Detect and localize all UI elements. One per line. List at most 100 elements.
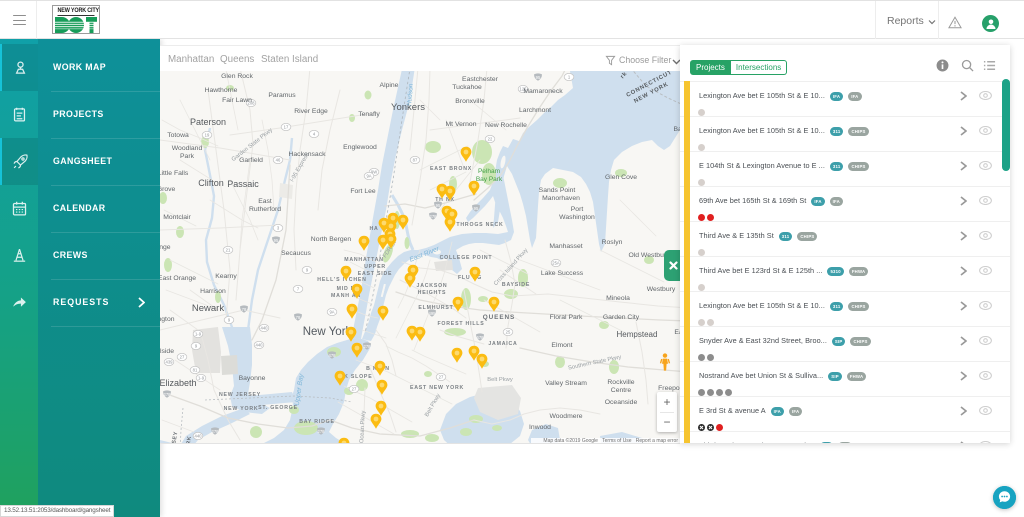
svg-text:Tenafly: Tenafly	[358, 111, 380, 118]
svg-text:439: 439	[166, 360, 174, 365]
svg-text:FOREST HILLS: FOREST HILLS	[437, 321, 484, 327]
svg-text:95: 95	[436, 203, 441, 208]
svg-text:87: 87	[413, 158, 418, 163]
svg-text:440: 440	[261, 326, 269, 331]
svg-text:Larchmont: Larchmont	[519, 107, 551, 114]
svg-text:EAST NEW YORK: EAST NEW YORK	[410, 385, 464, 391]
svg-text:19: 19	[205, 133, 210, 138]
svg-text:Kearny: Kearny	[215, 273, 237, 280]
svg-text:r Grove: r Grove	[160, 186, 176, 193]
svg-text:440: 440	[256, 343, 264, 348]
svg-text:Garfield: Garfield	[239, 157, 263, 164]
svg-text:Manhasset: Manhasset	[549, 243, 582, 250]
svg-text:TH NX: TH NX	[435, 197, 455, 203]
svg-text:Bronxville: Bronxville	[455, 98, 485, 105]
svg-text:Garden City: Garden City	[603, 314, 640, 321]
svg-text:278: 278	[212, 429, 220, 434]
svg-text:East: East	[258, 198, 272, 205]
svg-text:Manorhaven: Manorhaven	[542, 195, 580, 202]
svg-text:Rockville: Rockville	[607, 379, 634, 386]
svg-text:River Edge: River Edge	[294, 108, 328, 115]
svg-text:BAYSIDE: BAYSIDE	[502, 282, 530, 288]
svg-text:ST. GEORGE: ST. GEORGE	[258, 405, 298, 411]
svg-text:NEW JERSEY: NEW JERSEY	[219, 392, 261, 398]
svg-text:78: 78	[242, 307, 247, 312]
svg-text:THROGS NECK: THROGS NECK	[456, 222, 503, 228]
svg-text:ngton: ngton	[160, 316, 175, 323]
svg-text:Freeport: Freeport	[658, 385, 680, 392]
svg-text:25A: 25A	[552, 261, 560, 266]
svg-text:Tuckahoe: Tuckahoe	[452, 84, 482, 91]
svg-text:Oceanside: Oceanside	[605, 399, 638, 406]
svg-text:478: 478	[329, 353, 337, 358]
svg-text:278: 278	[364, 344, 372, 349]
svg-text:New Rochelle: New Rochelle	[485, 122, 527, 129]
svg-text:East Orange: East Orange	[160, 275, 196, 282]
svg-text:Park: Park	[180, 153, 195, 160]
svg-text:COLLEGE POINT: COLLEGE POINT	[440, 255, 493, 261]
svg-text:27: 27	[439, 375, 444, 380]
svg-text:27: 27	[180, 355, 185, 360]
svg-text:lside: lside	[160, 348, 174, 355]
svg-text:25: 25	[506, 330, 511, 335]
svg-text:Glen Cove: Glen Cove	[605, 174, 637, 181]
svg-text:HELL'S ITCHEN: HELL'S ITCHEN	[317, 277, 366, 283]
svg-text:ORK: ORK	[185, 436, 193, 443]
svg-text:Bay Park: Bay Park	[476, 176, 503, 183]
svg-text:Lake Success: Lake Success	[541, 270, 584, 277]
svg-text:278: 278	[318, 429, 326, 434]
svg-text:Fort Lee: Fort Lee	[350, 188, 376, 195]
svg-text:North Bergen: North Bergen	[311, 236, 352, 243]
svg-text:95: 95	[274, 238, 279, 243]
svg-text:ELMHURST: ELMHURST	[418, 305, 453, 311]
svg-text:Passaic: Passaic	[227, 179, 259, 189]
svg-text:Inwood: Inwood	[529, 424, 551, 431]
svg-text:Montclair: Montclair	[163, 214, 191, 221]
svg-text:JACKSON: JACKSON	[417, 283, 448, 289]
svg-text:Roslyn: Roslyn	[602, 239, 623, 246]
svg-text:JAMAICA: JAMAICA	[488, 341, 517, 347]
svg-text:Mt Vernon: Mt Vernon	[446, 121, 477, 128]
svg-text:Pelham: Pelham	[478, 168, 500, 175]
svg-text:Westbury: Westbury	[647, 286, 676, 293]
svg-text:Rutherford: Rutherford	[249, 206, 281, 213]
svg-text:Hawthorne: Hawthorne	[205, 87, 238, 94]
svg-text:Bayonne: Bayonne	[239, 375, 266, 382]
svg-text:Centre: Centre	[611, 387, 632, 394]
svg-text:Woodmere: Woodmere	[549, 413, 582, 420]
svg-text:278: 278	[430, 214, 438, 219]
svg-text:81: 81	[193, 368, 198, 373]
svg-text:HA: HA	[369, 226, 378, 232]
svg-text:BAY RIDGE: BAY RIDGE	[299, 419, 334, 425]
svg-text:Eastchester: Eastchester	[462, 76, 499, 83]
svg-text:278: 278	[164, 392, 172, 397]
svg-text:Elmont: Elmont	[551, 342, 572, 349]
svg-text:Clifton: Clifton	[198, 178, 224, 188]
svg-text:22: 22	[488, 137, 493, 142]
svg-text:Glen Rock: Glen Rock	[221, 73, 253, 80]
svg-text:Fair Lawn: Fair Lawn	[222, 97, 252, 104]
svg-text:Mamaroneck: Mamaroneck	[523, 88, 563, 95]
svg-text:HEIGHTS: HEIGHTS	[418, 290, 447, 296]
svg-text:78: 78	[296, 315, 301, 320]
svg-text:New York: New York	[303, 326, 352, 338]
svg-text:EAST BRONX: EAST BRONX	[430, 166, 472, 172]
svg-text:Port: Port	[571, 206, 584, 213]
svg-text:95: 95	[536, 75, 541, 80]
svg-text:Floral Park: Floral Park	[550, 314, 583, 321]
svg-text:QUEENS: QUEENS	[483, 314, 515, 321]
svg-text:95: 95	[474, 206, 479, 211]
svg-text:Totowa: Totowa	[167, 132, 189, 139]
svg-text:Newark: Newark	[192, 303, 224, 314]
svg-text:Washington: Washington	[559, 214, 595, 221]
svg-text:Harrison: Harrison	[200, 288, 226, 295]
svg-text:9A: 9A	[329, 310, 334, 315]
svg-text:NEW YORK: NEW YORK	[224, 406, 259, 412]
svg-text:MANHATTAN: MANHATTAN	[344, 257, 384, 263]
svg-text:Sands Point: Sands Point	[539, 187, 576, 194]
svg-text:Mineola: Mineola	[606, 295, 630, 302]
svg-text:495: 495	[429, 311, 437, 316]
svg-text:1-9: 1-9	[198, 376, 205, 381]
svg-text:Valley Stream: Valley Stream	[545, 380, 587, 387]
svg-text:678: 678	[477, 335, 485, 340]
